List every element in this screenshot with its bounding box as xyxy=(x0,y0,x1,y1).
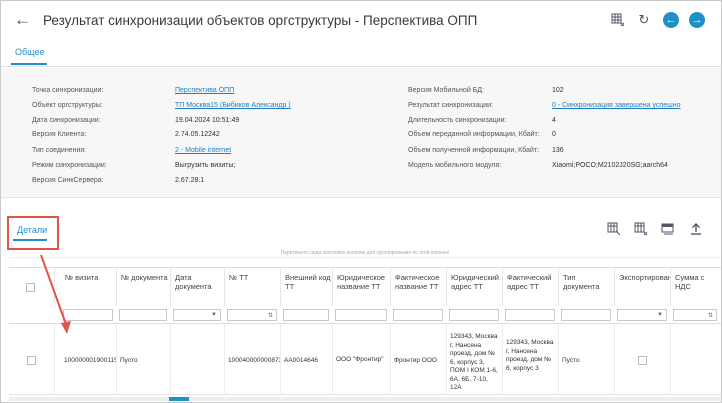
column-filter-input[interactable] xyxy=(449,309,499,321)
table-row[interactable]: 100000001900115 Пусто 100040000000873 АА… xyxy=(9,325,721,395)
cell-tt-no: 100040000000873 xyxy=(225,325,281,395)
column-header[interactable]: Фактический адрес ТТ xyxy=(503,268,559,306)
spinner-icon[interactable]: ⇅ xyxy=(268,312,273,319)
detail-value[interactable]: 2 - Mobile internet xyxy=(175,147,231,154)
detail-value: 136 xyxy=(552,147,564,154)
highlight-box xyxy=(7,216,59,250)
detail-value: 102 xyxy=(552,87,564,94)
detail-value: 0 xyxy=(552,131,556,138)
column-settings-icon[interactable] xyxy=(607,222,621,236)
column-filter-input[interactable] xyxy=(335,309,387,321)
column-header[interactable]: Экспортирован xyxy=(615,268,671,306)
column-filter-input[interactable] xyxy=(63,309,113,321)
detail-label: Объем переданной информации, Кбайт: xyxy=(408,131,540,138)
column-filter-input[interactable]: ▼ xyxy=(173,309,221,321)
column-filter-input[interactable] xyxy=(283,309,329,321)
exported-checkbox xyxy=(638,355,647,365)
column-filter-input[interactable] xyxy=(119,309,167,321)
detail-label: Режим синхронизации: xyxy=(32,162,107,169)
chevron-down-icon[interactable]: ▼ xyxy=(657,312,663,318)
column-filter-input[interactable]: ⇅ xyxy=(227,309,277,321)
filter-row: ▼ ⇅ ▼ ⇅ xyxy=(9,306,721,324)
window-frame: ← Результат синхронизации объектов оргст… xyxy=(0,0,722,403)
layout-icon[interactable] xyxy=(661,222,675,236)
column-filter-input[interactable]: ⇅ xyxy=(673,309,717,321)
top-tab-bar: Общее xyxy=(1,41,721,67)
detail-label: Модель мобильного модуля: xyxy=(408,162,502,169)
cell-doc-no: Пусто xyxy=(117,325,171,395)
chevron-down-icon[interactable]: ▼ xyxy=(211,312,217,318)
column-header[interactable]: Юридическое название ТТ xyxy=(333,268,391,306)
column-header[interactable]: Фактическое название ТТ xyxy=(391,268,447,306)
detail-label: Версия СинкСервера: xyxy=(32,177,104,184)
grid-filter-icon[interactable] xyxy=(634,222,648,236)
detail-label: Объем полученной информации, Кбайт: xyxy=(408,147,540,154)
column-header[interactable]: Тип документа xyxy=(559,268,615,306)
column-filter-input[interactable]: ▼ xyxy=(617,309,667,321)
tab-general[interactable]: Общее xyxy=(15,47,44,57)
detail-label: Точка синхронизации: xyxy=(32,87,104,94)
detail-value: Xiaomi;POCO;M2102J20SG;aarch64 xyxy=(552,162,668,169)
column-filter-input[interactable] xyxy=(505,309,555,321)
detail-value: 4 xyxy=(552,117,556,124)
detail-value[interactable]: Перспектива ОПП xyxy=(175,87,234,94)
detail-value: 2.74.05.12242 xyxy=(175,131,220,138)
detail-label: Тип соединения: xyxy=(32,147,87,154)
cell-exported xyxy=(615,325,671,395)
horizontal-scrollbar[interactable] xyxy=(9,397,721,401)
prev-circle-icon[interactable]: ← xyxy=(663,12,679,28)
select-all-checkbox[interactable] xyxy=(26,283,35,292)
row-checkbox[interactable] xyxy=(27,355,36,365)
refresh-icon[interactable]: ↻ xyxy=(636,12,652,28)
cell-ext-code: АА0014646 xyxy=(281,325,333,395)
column-header[interactable]: Юридический адрес ТТ xyxy=(447,268,503,306)
detail-value[interactable]: 0 - Синхронизация завершена успешно xyxy=(552,102,681,109)
select-all-header[interactable] xyxy=(9,268,55,306)
detail-value: 2.67.28.1 xyxy=(175,177,205,184)
scrollbar-thumb[interactable] xyxy=(169,397,189,401)
column-filter-input[interactable] xyxy=(393,309,443,321)
row-select-cell[interactable] xyxy=(9,325,55,395)
column-header[interactable]: Дата документа xyxy=(171,268,225,306)
cell-actual-name: Фронтир ООО xyxy=(391,325,447,395)
detail-value: Выгрузить визиты; xyxy=(175,162,236,169)
detail-label: Дата синхронизации: xyxy=(32,117,101,124)
column-header[interactable]: № визита xyxy=(61,268,117,306)
cell-sum xyxy=(671,325,721,395)
detail-label: Объект оргструктуры: xyxy=(32,102,103,109)
details-grid: № визита № документа Дата документа № ТТ Вне… xyxy=(9,267,721,397)
detail-value[interactable]: ТП Москва15 (Бибиков Александр ) xyxy=(175,102,291,109)
column-filter-input[interactable] xyxy=(561,309,611,321)
cell-actual-addr: 129343, Москва г, Нансена проезд, дом № … xyxy=(503,325,559,395)
detail-value: 19.04.2024 10:51:49 xyxy=(175,117,240,124)
page-header: ← Результат синхронизации объектов оргст… xyxy=(1,1,721,41)
cell-legal-addr: 129343, Москва г, Нансена проезд, дом № … xyxy=(447,325,503,395)
cell-legal-name: ООО "Фронтир" xyxy=(333,325,391,395)
export-upload-icon[interactable] xyxy=(689,222,703,236)
column-header[interactable]: Внешний код ТТ xyxy=(281,268,333,306)
cell-doc-date xyxy=(171,325,225,395)
spinner-icon[interactable]: ⇅ xyxy=(708,312,713,319)
detail-label: Версия Мобильной БД: xyxy=(408,87,484,94)
cell-doc-type: Пусто xyxy=(559,325,615,395)
cell-visit: 100000001900115 xyxy=(61,325,117,395)
column-header[interactable]: № документа xyxy=(117,268,171,306)
column-header[interactable]: № ТТ xyxy=(225,268,281,306)
sync-details-panel: Точка синхронизации: Перспектива ОПП Объек… xyxy=(1,68,721,198)
detail-label: Длительность синхронизации: xyxy=(408,117,507,124)
detail-label: Версия Клиента: xyxy=(32,131,87,138)
group-drop-hint[interactable]: Перетяните сюда заголовок колонки для гр… xyxy=(9,248,721,258)
tab-general-underline xyxy=(11,63,47,65)
column-header[interactable]: Сумма с НДС xyxy=(671,268,721,306)
grid-settings-icon[interactable] xyxy=(610,12,626,28)
detail-label: Результат синхронизации: xyxy=(408,102,493,109)
page-title: Результат синхронизации объектов оргстру… xyxy=(43,13,478,28)
next-circle-icon[interactable]: → xyxy=(689,12,705,28)
back-arrow-icon[interactable]: ← xyxy=(14,11,32,29)
